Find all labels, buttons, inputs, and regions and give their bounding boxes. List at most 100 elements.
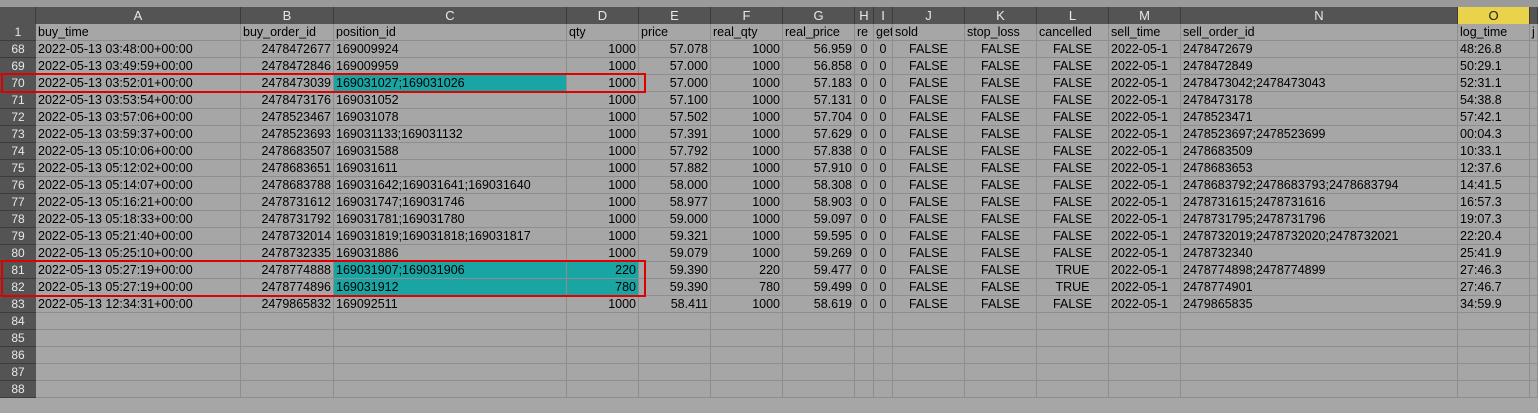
cell-o71[interactable]: 54:38.8 [1458,92,1530,108]
cell-i80[interactable]: 0 [874,245,893,261]
cell-i84[interactable] [874,313,893,329]
cell-e73[interactable]: 57.391 [639,126,711,142]
cell-extra69[interactable] [1530,58,1538,74]
cell-a78[interactable]: 2022-05-13 05:18:33+00:00 [36,211,241,227]
cell-n83[interactable]: 2479865835 [1181,296,1458,312]
cell-extra70[interactable] [1530,75,1538,91]
row-header-86[interactable]: 86 [0,347,36,364]
cell-o84[interactable] [1458,313,1530,329]
cell-k77[interactable]: FALSE [965,194,1037,210]
cell-n81[interactable]: 2478774898;2478774899 [1181,262,1458,278]
column-header-b[interactable]: B [241,7,334,24]
cell-n71[interactable]: 2478473178 [1181,92,1458,108]
row-header-70[interactable]: 70 [0,75,36,92]
cell-f71[interactable]: 1000 [711,92,783,108]
cell-extra79[interactable] [1530,228,1538,244]
cell-n68[interactable]: 2478472679 [1181,41,1458,57]
cell-g73[interactable]: 57.629 [783,126,855,142]
cell-h87[interactable] [855,364,874,380]
cell-a81[interactable]: 2022-05-13 05:27:19+00:00 [36,262,241,278]
cell-a84[interactable] [36,313,241,329]
cell-a74[interactable]: 2022-05-13 05:10:06+00:00 [36,143,241,159]
cell-b1[interactable]: buy_order_id [241,24,334,40]
cell-m88[interactable] [1109,381,1181,397]
cell-l68[interactable]: FALSE [1037,41,1109,57]
cell-b74[interactable]: 2478683507 [241,143,334,159]
row-header-83[interactable]: 83 [0,296,36,313]
cell-extra73[interactable] [1530,126,1538,142]
cell-h78[interactable]: 0 [855,211,874,227]
cell-o72[interactable]: 57:42.1 [1458,109,1530,125]
cell-j73[interactable]: FALSE [893,126,965,142]
row-header-69[interactable]: 69 [0,58,36,75]
cell-e79[interactable]: 59.321 [639,228,711,244]
cell-extra84[interactable] [1530,313,1538,329]
cell-l78[interactable]: FALSE [1037,211,1109,227]
cell-o73[interactable]: 00:04.3 [1458,126,1530,142]
cell-j72[interactable]: FALSE [893,109,965,125]
cell-n78[interactable]: 2478731795;2478731796 [1181,211,1458,227]
cell-b72[interactable]: 2478523467 [241,109,334,125]
cell-f83[interactable]: 1000 [711,296,783,312]
column-header-o[interactable]: O [1458,7,1530,24]
cell-i72[interactable]: 0 [874,109,893,125]
cell-l69[interactable]: FALSE [1037,58,1109,74]
cell-h69[interactable]: 0 [855,58,874,74]
cell-extra82[interactable] [1530,279,1538,295]
cell-k71[interactable]: FALSE [965,92,1037,108]
cell-b83[interactable]: 2479865832 [241,296,334,312]
cell-k75[interactable]: FALSE [965,160,1037,176]
cell-extra1[interactable]: j [1530,24,1538,40]
cell-a71[interactable]: 2022-05-13 03:53:54+00:00 [36,92,241,108]
cell-d85[interactable] [567,330,639,346]
cell-j71[interactable]: FALSE [893,92,965,108]
cell-j87[interactable] [893,364,965,380]
cell-f75[interactable]: 1000 [711,160,783,176]
cell-b69[interactable]: 2478472846 [241,58,334,74]
cell-j78[interactable]: FALSE [893,211,965,227]
cell-i78[interactable]: 0 [874,211,893,227]
cell-b79[interactable]: 2478732014 [241,228,334,244]
cell-e80[interactable]: 59.079 [639,245,711,261]
cell-l81[interactable]: TRUE [1037,262,1109,278]
cell-extra74[interactable] [1530,143,1538,159]
cell-b71[interactable]: 2478473176 [241,92,334,108]
cell-f87[interactable] [711,364,783,380]
cell-h80[interactable]: 0 [855,245,874,261]
cell-f70[interactable]: 1000 [711,75,783,91]
cell-c68[interactable]: 169009924 [334,41,567,57]
cell-a76[interactable]: 2022-05-13 05:14:07+00:00 [36,177,241,193]
cell-k86[interactable] [965,347,1037,363]
cell-i77[interactable]: 0 [874,194,893,210]
cell-m78[interactable]: 2022-05-1 [1109,211,1181,227]
cell-f69[interactable]: 1000 [711,58,783,74]
cell-n74[interactable]: 2478683509 [1181,143,1458,159]
cell-e72[interactable]: 57.502 [639,109,711,125]
cell-j79[interactable]: FALSE [893,228,965,244]
cell-j76[interactable]: FALSE [893,177,965,193]
cell-a85[interactable] [36,330,241,346]
cell-j68[interactable]: FALSE [893,41,965,57]
row-header-88[interactable]: 88 [0,381,36,398]
cell-k73[interactable]: FALSE [965,126,1037,142]
cell-extra80[interactable] [1530,245,1538,261]
cell-a70[interactable]: 2022-05-13 03:52:01+00:00 [36,75,241,91]
cell-o85[interactable] [1458,330,1530,346]
cell-g80[interactable]: 59.269 [783,245,855,261]
cell-j69[interactable]: FALSE [893,58,965,74]
cell-g88[interactable] [783,381,855,397]
cell-n85[interactable] [1181,330,1458,346]
cell-d75[interactable]: 1000 [567,160,639,176]
cell-n80[interactable]: 2478732340 [1181,245,1458,261]
cell-g87[interactable] [783,364,855,380]
cell-f81[interactable]: 220 [711,262,783,278]
cell-k1[interactable]: stop_loss [965,24,1037,40]
cell-a86[interactable] [36,347,241,363]
cell-l77[interactable]: FALSE [1037,194,1109,210]
cell-n72[interactable]: 2478523471 [1181,109,1458,125]
cell-l88[interactable] [1037,381,1109,397]
cell-h74[interactable]: 0 [855,143,874,159]
cell-c80[interactable]: 169031886 [334,245,567,261]
row-header-75[interactable]: 75 [0,160,36,177]
cell-m68[interactable]: 2022-05-1 [1109,41,1181,57]
